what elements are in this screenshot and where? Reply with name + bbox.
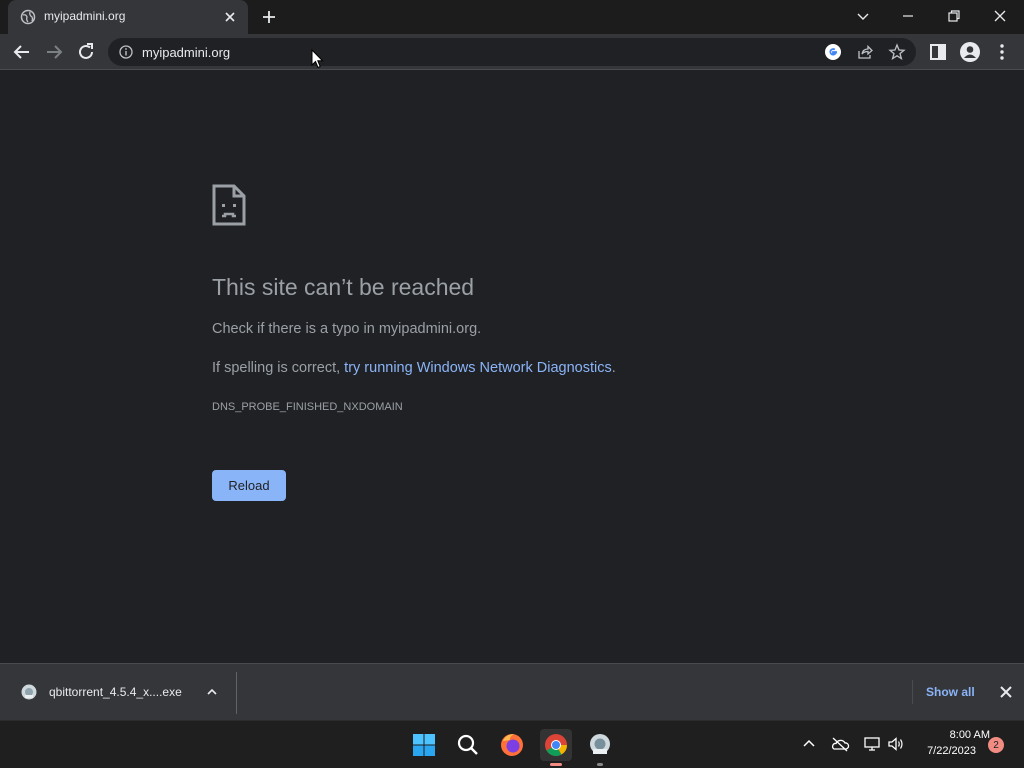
firefox-icon[interactable]	[496, 729, 528, 761]
shelf-separator	[912, 680, 913, 704]
back-arrow-icon[interactable]	[10, 40, 34, 64]
network-diagnostics-link[interactable]: try running Windows Network Diagnostics	[344, 360, 612, 376]
clock-time[interactable]: 8:00 AM	[914, 729, 990, 741]
title-bar: myipadmini.org	[0, 0, 1024, 34]
onedrive-offline-icon[interactable]	[830, 735, 850, 753]
chrome-icon[interactable]	[540, 729, 572, 761]
show-all-downloads-link[interactable]: Show all	[926, 685, 975, 699]
new-tab-icon[interactable]	[260, 8, 278, 26]
error-suggestion-diagnostics: If spelling is correct, try running Wind…	[212, 360, 616, 376]
chevron-up-icon[interactable]	[800, 735, 818, 753]
close-icon[interactable]	[222, 9, 238, 25]
profile-icon[interactable]	[958, 40, 982, 64]
windows-start-icon[interactable]	[408, 729, 440, 761]
download-filename: qbittorrent_4.5.4_x....exe	[49, 685, 182, 699]
installer-file-icon	[20, 683, 38, 701]
kebab-menu-icon[interactable]	[990, 40, 1014, 64]
forward-arrow-icon[interactable]	[42, 40, 66, 64]
star-icon[interactable]	[888, 43, 906, 61]
download-item[interactable]: qbittorrent_4.5.4_x....exe	[0, 664, 236, 720]
mouse-cursor-icon	[311, 49, 325, 69]
close-icon[interactable]	[998, 684, 1014, 700]
minimize-icon[interactable]	[898, 6, 918, 26]
reload-icon[interactable]	[74, 40, 98, 64]
windows-taskbar: 8:00 AM 7/22/2023 2	[0, 720, 1024, 768]
search-icon[interactable]	[452, 729, 484, 761]
reload-button[interactable]: Reload	[212, 470, 286, 501]
chrome-active-indicator	[550, 763, 562, 766]
notification-badge[interactable]: 2	[988, 737, 1004, 753]
download-shelf: qbittorrent_4.5.4_x....exe Show all	[0, 663, 1024, 720]
volume-icon[interactable]	[886, 735, 906, 753]
side-panel-icon[interactable]	[926, 40, 950, 64]
google-lens-icon[interactable]	[824, 43, 842, 61]
window-close-icon[interactable]	[990, 6, 1010, 26]
share-icon[interactable]	[856, 43, 874, 61]
setup-installer-icon[interactable]	[584, 729, 616, 761]
info-icon[interactable]	[118, 44, 134, 60]
error-suggestion-suffix: .	[611, 360, 616, 376]
address-bar[interactable]: myipadmini.org	[108, 38, 916, 66]
tab-search-chevron-icon[interactable]	[853, 6, 873, 26]
clock-date[interactable]: 7/22/2023	[914, 745, 976, 757]
browser-tab[interactable]: myipadmini.org	[8, 0, 248, 34]
url-text[interactable]: myipadmini.org	[142, 45, 230, 60]
globe-icon	[20, 9, 36, 25]
error-title: This site can’t be reached	[212, 274, 475, 300]
setup-running-indicator	[597, 763, 603, 766]
network-icon[interactable]	[862, 735, 882, 753]
error-suggestion-prefix: If spelling is correct,	[212, 360, 345, 376]
error-code: DNS_PROBE_FINISHED_NXDOMAIN	[212, 401, 403, 413]
tab-title: myipadmini.org	[44, 9, 126, 23]
download-divider	[236, 672, 237, 714]
sad-page-icon	[212, 184, 246, 226]
restore-icon[interactable]	[944, 6, 964, 26]
error-suggestion-typo: Check if there is a typo in myipadmini.o…	[212, 321, 482, 337]
chevron-up-icon[interactable]	[204, 684, 220, 700]
browser-toolbar: myipadmini.org	[0, 34, 1024, 70]
